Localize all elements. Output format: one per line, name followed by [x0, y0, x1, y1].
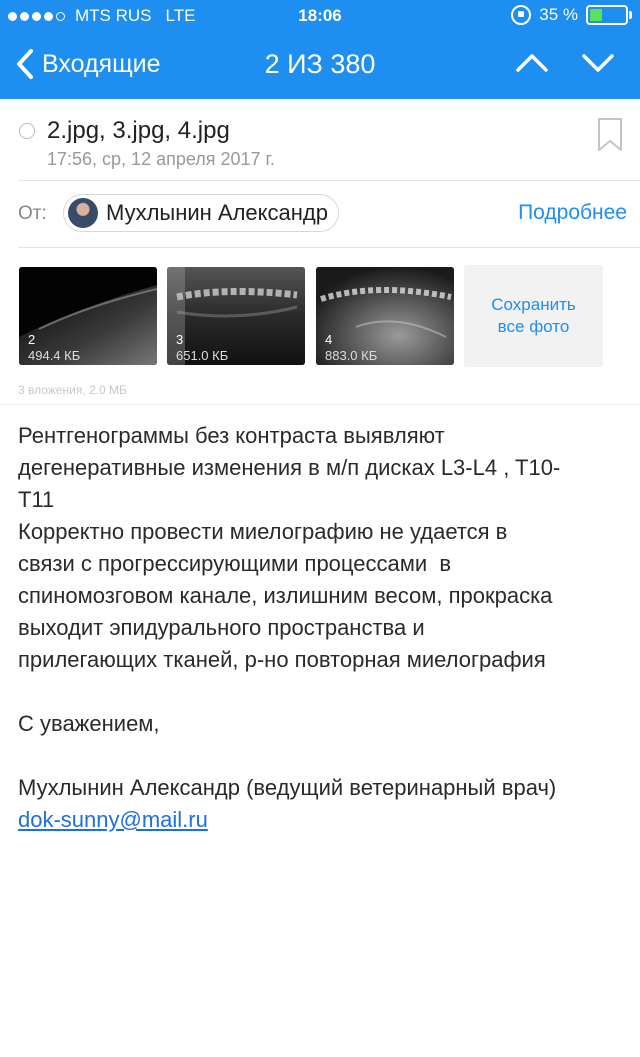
save-all-label-line1: Сохранить [491, 295, 576, 314]
read-status-toggle[interactable] [19, 123, 35, 139]
signature: Мухлынин Александр (ведущий ветеринарный… [18, 775, 557, 800]
message-header: 2.jpg, 3.jpg, 4.jpg 17:56, ср, 12 апреля… [0, 99, 640, 180]
sender-chip[interactable]: Мухлынин Александр [63, 194, 339, 232]
body-line: связи с прогрессирующими процессами в [18, 551, 452, 576]
body-line: T11 [18, 487, 55, 512]
attachments-summary: 3 вложения, 2.0 МБ [18, 383, 127, 397]
body-line: дегенеративные изменения в м/п дисках L3… [18, 455, 561, 480]
attachment-thumbnail[interactable]: 4 883.0 КБ [316, 267, 454, 365]
battery-icon [586, 5, 632, 25]
message-body: Рентгенограммы без контраста выявляют де… [18, 420, 628, 836]
body-line: прилегающих тканей, р-но повторная миело… [18, 647, 546, 672]
previous-message-button[interactable] [514, 50, 554, 80]
from-label: От: [18, 203, 47, 224]
attachment-thumbnail[interactable]: 3 651.0 КБ [167, 267, 305, 365]
top-bar: MTS RUS LTE 18:06 35 % Входящие 2 ИЗ 380 [0, 0, 640, 99]
from-row: От: Мухлынин Александр Подробнее [0, 181, 640, 247]
body-line: Рентгенограммы без контраста выявляют [18, 423, 445, 448]
attachment-size: 494.4 КБ [28, 348, 81, 363]
attachment-number: 4 [325, 332, 333, 347]
attachment-number: 2 [28, 332, 36, 347]
attachment-thumbnail[interactable]: 2 494.4 КБ [19, 267, 157, 365]
status-right: 35 % [511, 5, 632, 25]
email-link[interactable]: dok-sunny@mail.ru [18, 807, 208, 832]
attachment-number: 3 [176, 332, 184, 347]
attachment-size: 651.0 КБ [176, 348, 229, 363]
attachments-strip: 2 494.4 КБ 3 651.0 КБ 4 883.0 КБ Сохрани… [0, 265, 640, 367]
save-all-photos-button[interactable]: Сохранить все фото [464, 265, 603, 367]
bookmark-button[interactable] [596, 117, 624, 158]
greeting: С уважением, [18, 711, 160, 736]
status-bar: MTS RUS LTE 18:06 35 % [0, 0, 640, 34]
divider [18, 247, 640, 248]
battery-fill [590, 9, 602, 21]
battery-percent: 35 % [539, 5, 578, 24]
body-line: Корректно провести миелографию не удаетс… [18, 519, 508, 544]
attachment-size: 883.0 КБ [325, 348, 378, 363]
rotation-lock-icon [511, 5, 532, 25]
chevron-down-icon [582, 54, 614, 72]
body-line: спиномозговом канале, излишним весом, пр… [18, 583, 553, 608]
body-line: выходит эпидурального пространства и [18, 615, 425, 640]
navigation-row: Входящие 2 ИЗ 380 [0, 40, 640, 94]
save-all-label-line2: все фото [497, 317, 570, 336]
next-message-button[interactable] [580, 50, 620, 80]
sender-name: Мухлынин Александр [106, 200, 328, 225]
bookmark-icon [598, 118, 622, 151]
avatar [68, 198, 98, 228]
message-subject: 2.jpg, 3.jpg, 4.jpg [47, 117, 230, 144]
divider [0, 404, 640, 405]
chevron-up-icon [516, 54, 548, 72]
message-date: 17:56, ср, 12 апреля 2017 г. [47, 149, 275, 169]
details-link[interactable]: Подробнее [518, 201, 627, 225]
